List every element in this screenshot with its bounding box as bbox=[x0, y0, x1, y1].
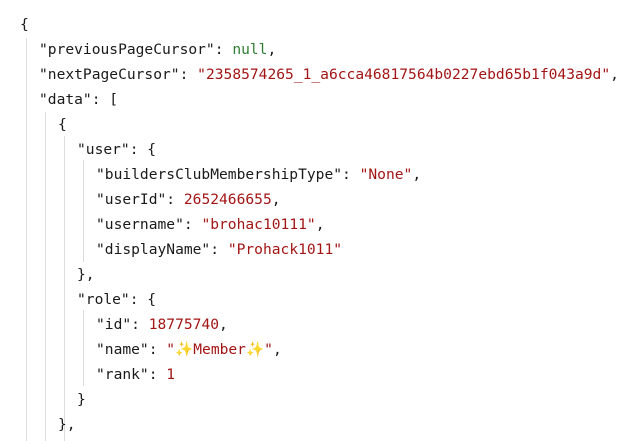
json-key: "buildersClubMembershipType" bbox=[96, 166, 343, 183]
json-line: "displayName": "Prohack1011" bbox=[96, 241, 343, 258]
json-value: 1 bbox=[166, 366, 176, 383]
json-key: "nextPageCursor" bbox=[39, 66, 180, 83]
json-key: "data" bbox=[39, 91, 92, 108]
json-line: "nextPageCursor": "2358574265_1_a6cca468… bbox=[39, 66, 619, 83]
role-close: } bbox=[77, 391, 86, 408]
json-key: "user" bbox=[77, 141, 130, 158]
indent-guide-1 bbox=[26, 38, 27, 441]
json-value: "None" bbox=[359, 166, 413, 183]
json-value: 2652466655 bbox=[183, 191, 272, 208]
user-close: }, bbox=[77, 266, 95, 283]
json-line: "data": [ bbox=[39, 91, 119, 108]
json-key: "id" bbox=[96, 316, 132, 333]
json-line: "id": 18775740, bbox=[96, 316, 228, 333]
json-line: }, bbox=[77, 262, 95, 287]
json-key: "role" bbox=[77, 291, 130, 308]
json-line: "rank": 1 bbox=[96, 366, 176, 383]
indent-guide-4 bbox=[83, 160, 84, 262]
indent-guide-5 bbox=[83, 310, 84, 386]
json-value: "Prohack1011" bbox=[227, 241, 343, 258]
item-open: { bbox=[58, 116, 67, 133]
indent-guide-2 bbox=[45, 112, 46, 441]
array-open: [ bbox=[109, 91, 119, 108]
json-value: "2358574265_1_a6cca46817564b0227ebd65b1f… bbox=[197, 66, 611, 83]
json-line: } bbox=[77, 387, 86, 412]
json-line: { bbox=[58, 112, 67, 137]
json-line: "name": "✨Member✨", bbox=[96, 341, 282, 358]
json-value: 18775740 bbox=[148, 316, 220, 333]
item-close: }, bbox=[58, 416, 76, 433]
json-line: "role": { bbox=[77, 291, 157, 308]
open-brace: { bbox=[20, 16, 29, 33]
json-value: null bbox=[232, 41, 268, 58]
json-line: }, bbox=[58, 412, 76, 437]
json-key: "username" bbox=[96, 216, 184, 233]
json-line: "user": { bbox=[77, 141, 157, 158]
json-viewer: { "previousPageCursor": null, "nextPageC… bbox=[0, 0, 641, 441]
json-key: "displayName" bbox=[96, 241, 211, 258]
json-line: "buildersClubMembershipType": "None", bbox=[96, 166, 422, 183]
json-key: "userId" bbox=[96, 191, 167, 208]
json-key: "previousPageCursor" bbox=[39, 41, 215, 58]
json-key: "rank" bbox=[96, 366, 149, 383]
indent-guide-3 bbox=[64, 136, 65, 441]
json-key: "name" bbox=[96, 341, 149, 358]
json-line: "userId": 2652466655, bbox=[96, 191, 281, 208]
json-value: "brohac10111" bbox=[201, 216, 316, 233]
json-line: "username": "brohac10111", bbox=[96, 216, 325, 233]
json-line: { bbox=[20, 12, 29, 37]
json-line: "previousPageCursor": null, bbox=[39, 41, 277, 58]
json-value: "✨Member✨" bbox=[166, 341, 273, 358]
